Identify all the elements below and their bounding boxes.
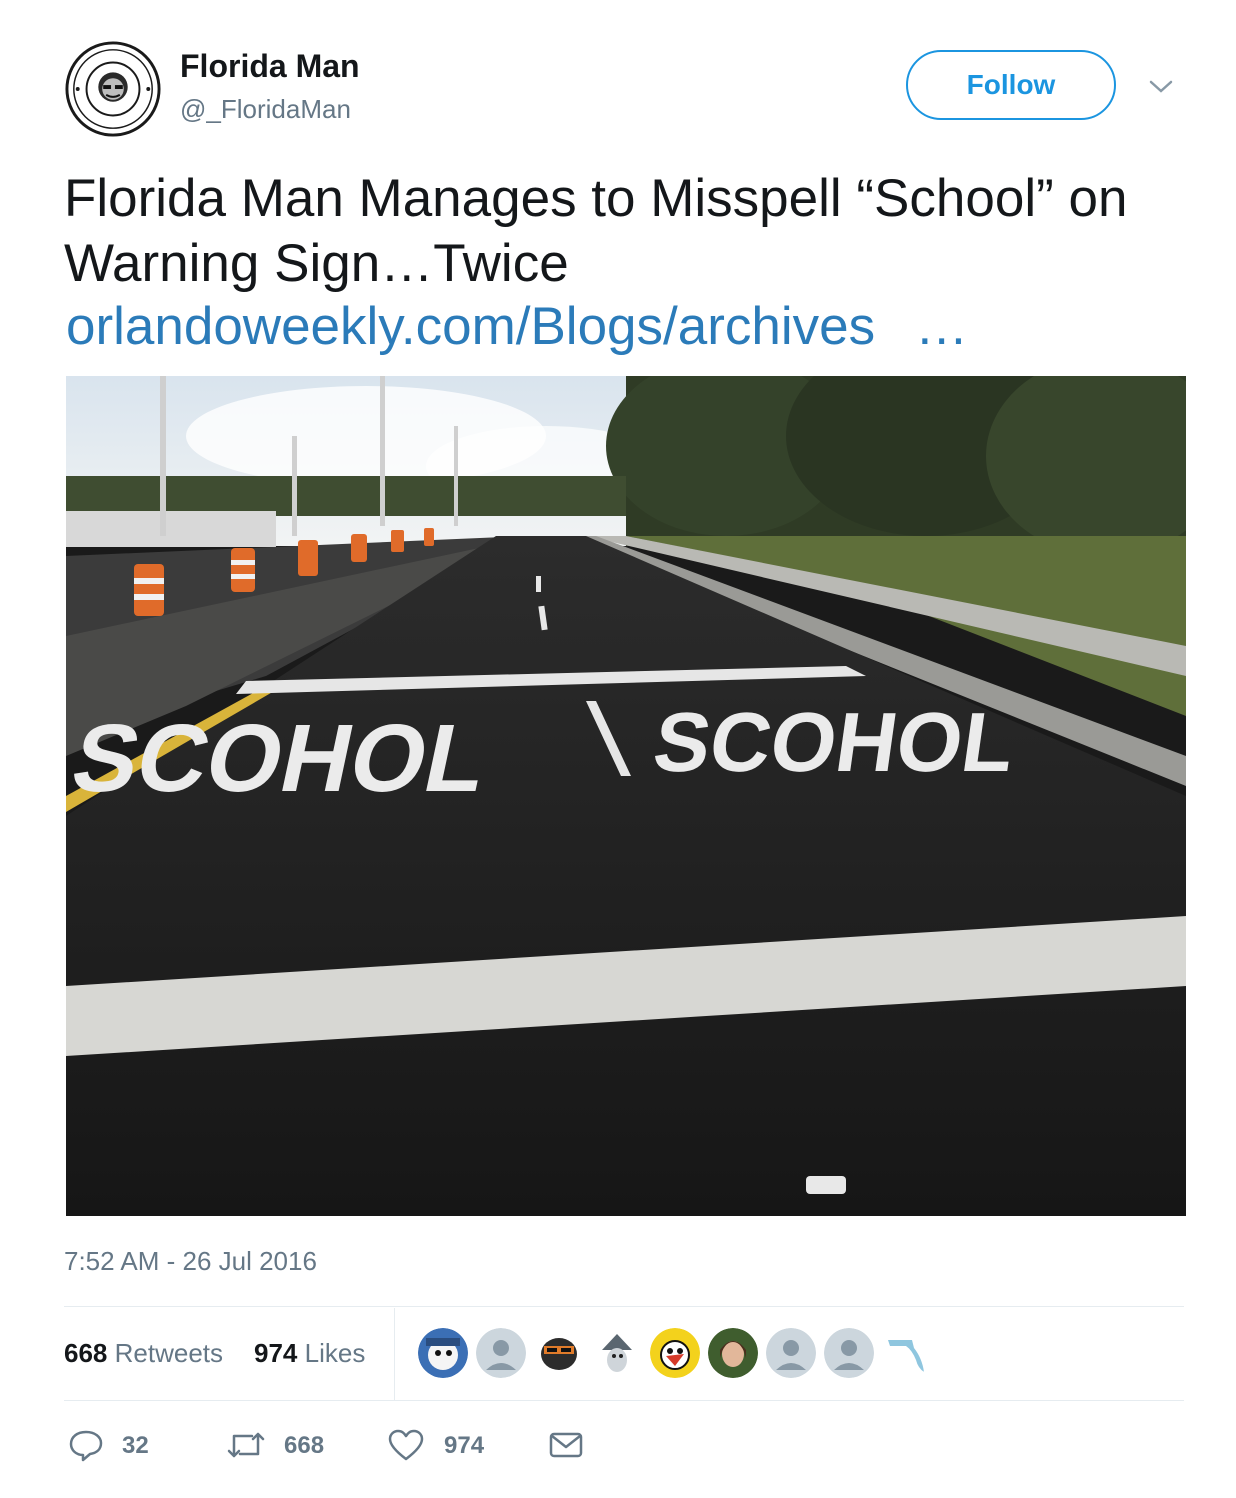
liker-avatar-3[interactable] [534,1328,584,1378]
follow-button[interactable]: Follow [906,50,1116,120]
road-photo: SCOHOL SCOHOL [66,376,1186,1216]
tweet-header: Florida Man @_FloridaMan Follow [64,40,1184,137]
reply-icon [69,1430,103,1462]
reply-count: 32 [122,1432,149,1459]
retweet-button[interactable]: 668 [224,1418,344,1474]
liker-avatar-1[interactable] [418,1328,468,1378]
direct-message-button[interactable] [548,1418,588,1474]
chevron-down-icon[interactable] [1146,74,1176,98]
tweet-timestamp[interactable]: 7:52 AM - 26 Jul 2016 [64,1246,317,1277]
tweet-stats: 668 Retweets 974 Likes [64,1308,1184,1400]
tweet-actions: 32 668 974 [64,1418,664,1474]
retweet-count: 668 [284,1432,325,1459]
likes-count: 974 [254,1338,298,1368]
retweets-stat[interactable]: 668 Retweets [64,1338,223,1369]
envelope-icon [549,1432,583,1458]
liker-avatar-9[interactable] [882,1328,932,1378]
tweet-link[interactable]: orlandoweekly.com/Blogs/archives … [66,294,968,359]
user-name[interactable]: Florida Man [180,48,360,85]
like-count: 974 [444,1432,485,1459]
likes-stat[interactable]: 974 Likes [254,1338,365,1369]
liker-avatar-4[interactable] [592,1328,642,1378]
tweet-link-ellipsis: … [915,297,969,356]
liker-avatar-8[interactable] [824,1328,874,1378]
tweet-photo[interactable]: SCOHOL SCOHOL [66,376,1186,1216]
stats-divider [394,1308,395,1400]
divider [64,1306,1184,1307]
divider [64,1400,1184,1401]
heart-icon [388,1429,424,1461]
liker-avatar-5[interactable] [650,1328,700,1378]
liker-avatar-7[interactable] [766,1328,816,1378]
retweet-icon [227,1432,265,1458]
road-text-left: SCOHOL [66,704,497,812]
tweet-link-url[interactable]: orlandoweekly.com/Blogs/archives [66,297,875,356]
likes-label: Likes [304,1338,366,1368]
retweets-count: 668 [64,1338,108,1368]
liker-avatar-6[interactable] [708,1328,758,1378]
tweet-text: Florida Man Manages to Misspell “School”… [64,169,1128,293]
reply-button[interactable]: 32 [64,1418,164,1474]
like-button[interactable]: 974 [388,1418,508,1474]
road-text-right: SCOHOL [648,695,1020,789]
retweets-label: Retweets [114,1338,224,1368]
liker-avatar-2[interactable] [476,1328,526,1378]
avatar[interactable] [64,40,162,138]
user-handle[interactable]: @_FloridaMan [180,94,351,125]
